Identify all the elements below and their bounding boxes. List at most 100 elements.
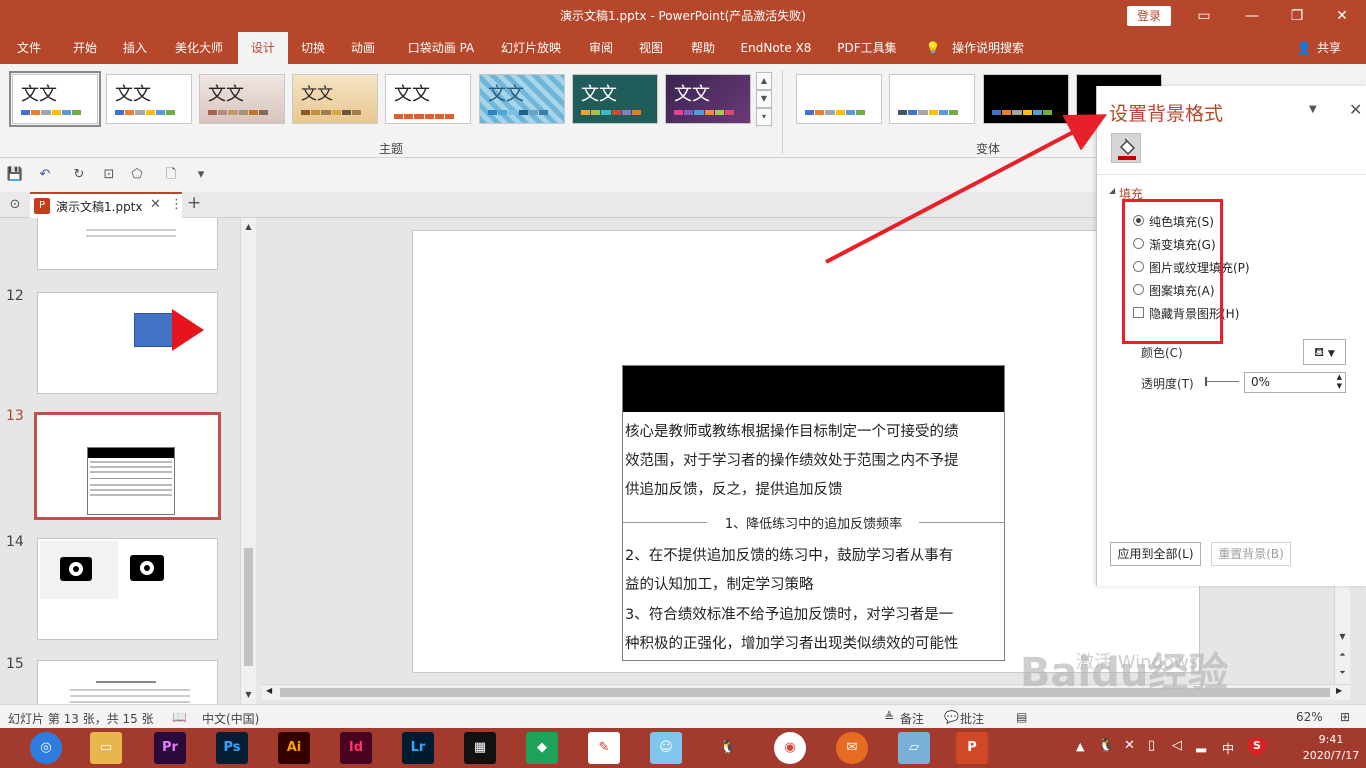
login-button[interactable]: 登录 [1127,6,1171,26]
new-file-icon[interactable]: 🗋 [162,166,180,184]
doc-tab-active[interactable]: P 演示文稿1.pptx ✕ ⋮ [30,192,183,218]
tab-list-icon[interactable]: ⊙ [6,196,24,214]
pane-options-icon[interactable]: ▼ [1309,104,1317,115]
green-app-icon[interactable]: ◆ [526,732,558,764]
apply-to-all-button[interactable]: 应用到全部(L) [1110,542,1201,566]
next-slide-icon[interactable]: ⏷ [1336,666,1349,680]
tray-qq-icon[interactable]: 🐧 [1098,738,1114,768]
close-window-icon[interactable]: ✕ [1330,4,1354,28]
tab-slideshow[interactable]: 幻灯片放映 [494,32,568,64]
fit-slide-icon[interactable]: ⊞ [1340,710,1350,724]
theme-5[interactable]: 文文 [385,74,471,124]
variant-3[interactable] [983,74,1069,124]
theme-3[interactable]: 文文 [199,74,285,124]
notepad-icon[interactable]: ▱ [898,732,930,764]
normal-view-icon[interactable]: ▤ [1016,710,1027,724]
theme-office[interactable]: 文文 [9,71,101,127]
theme-6[interactable]: 文文 [479,74,565,124]
thumbnail-slide-13[interactable] [34,412,221,520]
customize-qat-icon[interactable]: ▾ [192,166,210,184]
variant-2[interactable] [889,74,975,124]
tab-insert[interactable]: 插入 [112,32,158,64]
theme-8[interactable]: 文文 [665,74,751,124]
theme-2[interactable]: 文文 [106,74,192,124]
theme-7[interactable]: 文文 [572,74,658,124]
theme-4[interactable]: 文文 [292,74,378,124]
chrome-icon[interactable]: ◉ [774,732,806,764]
fill-bucket-icon[interactable] [1111,133,1141,163]
pane-close-icon[interactable]: ✕ [1349,100,1362,119]
text-box[interactable]: 核心是教师或教练根据操作目标制定一个可接受的绩 效范围，对于学习者的操作绩效处于… [622,365,1005,661]
themes-gallery-scroll[interactable]: ▲ ▼ ▾ [756,72,772,128]
tab-design[interactable]: 设计 [238,32,288,64]
thumbnails-scrollbar[interactable]: ▲ ▼ [240,218,256,704]
notes-button[interactable]: 备注 [900,710,924,727]
tray-expand-icon[interactable]: ▲ [1076,740,1084,768]
tab-endnote[interactable]: EndNote X8 [734,32,818,64]
undo-icon[interactable]: ↶ [36,166,54,184]
foxmail-icon[interactable]: ✉ [836,732,868,764]
thumbnail-slide-12[interactable] [37,292,218,394]
slideshow-icon[interactable]: ⊡ [100,166,118,184]
photoshop-icon[interactable]: Ps [216,732,248,764]
sogou-ime-icon[interactable]: S [1248,737,1266,755]
shape-icon[interactable]: ⬠ [128,166,146,184]
tray-volume-icon[interactable]: ◁ [1172,738,1182,768]
minimize-icon[interactable]: — [1240,4,1264,28]
close-tab-icon[interactable]: ✕ [150,197,161,212]
spellcheck-icon[interactable]: 📖 [172,710,187,724]
tab-file[interactable]: 文件 [6,32,52,64]
scroll-left-icon[interactable]: ◀ [266,686,272,695]
indesign-icon[interactable]: Id [340,732,372,764]
browser-icon[interactable]: ◎ [30,732,62,764]
language-indicator[interactable]: 中文(中国) [202,710,259,727]
zoom-level[interactable]: 62% [1296,710,1323,724]
tab-transitions[interactable]: 切换 [290,32,336,64]
share-button[interactable]: 共享 [1312,32,1346,64]
thumbnail-slide-14[interactable] [37,538,218,640]
tab-view[interactable]: 视图 [628,32,674,64]
transparency-input[interactable]: 0% ▲ ▼ [1244,372,1346,393]
scrollbar-thumb[interactable] [244,548,253,666]
tab-menu-icon[interactable]: ⋮ [170,197,183,212]
illustrator-icon[interactable]: Ai [278,732,310,764]
more-icon[interactable]: ▾ [756,108,772,126]
system-clock[interactable]: 9:41 2020/7/17 [1300,732,1362,764]
scroll-down-icon[interactable]: ▼ [242,688,255,702]
tab-animations[interactable]: 动画 [340,32,386,64]
current-slide[interactable]: 核心是教师或教练根据操作目标制定一个可接受的绩 效范围，对于学习者的操作绩效处于… [412,230,1200,673]
scroll-right-icon[interactable]: ▶ [1336,686,1342,695]
tab-review[interactable]: 审阅 [578,32,624,64]
tab-home[interactable]: 开始 [60,32,110,64]
tell-me-search[interactable]: 操作说明搜索 [946,32,1030,64]
powerpoint-taskbar-icon[interactable]: P [956,732,988,764]
restore-icon[interactable]: ❐ [1285,4,1309,28]
previous-slide-icon[interactable]: ⏶ [1336,648,1349,662]
ime-indicator[interactable]: 中 [1222,740,1234,768]
reset-background-button[interactable]: 重置背景(B) [1211,542,1291,566]
new-tab-icon[interactable]: + [187,193,201,213]
tab-pdf-tools[interactable]: PDF工具集 [830,32,904,64]
tray-wifi-icon[interactable]: ▂ [1196,738,1206,768]
video-editor-icon[interactable]: ▦ [464,732,496,764]
collapse-triangle-icon[interactable]: ◢ [1109,186,1115,195]
tab-beautify[interactable]: 美化大师 [166,32,232,64]
scroll-up-icon[interactable]: ▲ [242,220,255,234]
comments-button[interactable]: 批注 [960,710,984,727]
tray-battery-icon[interactable]: ▯ [1148,738,1155,768]
redo-icon[interactable]: ↻ [70,166,88,184]
thumbnail-slide-11[interactable] [37,218,218,270]
scroll-down-icon[interactable]: ▼ [1336,630,1349,644]
save-icon[interactable]: 💾 [6,166,24,184]
variant-1[interactable] [796,74,882,124]
tray-network-icon[interactable]: ✕ [1124,738,1135,768]
chevron-up-icon[interactable]: ▲ [756,72,772,90]
color-picker-button[interactable]: ⛾ ▼ [1303,339,1346,365]
lightroom-icon[interactable]: Lr [402,732,434,764]
thumbnail-slide-15[interactable] [37,660,218,704]
transparency-slider[interactable] [1205,377,1239,386]
file-explorer-icon[interactable]: ▭ [90,732,122,764]
qq-icon[interactable]: 🐧 [712,732,744,764]
tab-help[interactable]: 帮助 [680,32,726,64]
comments-icon[interactable]: 💬 [944,710,959,724]
